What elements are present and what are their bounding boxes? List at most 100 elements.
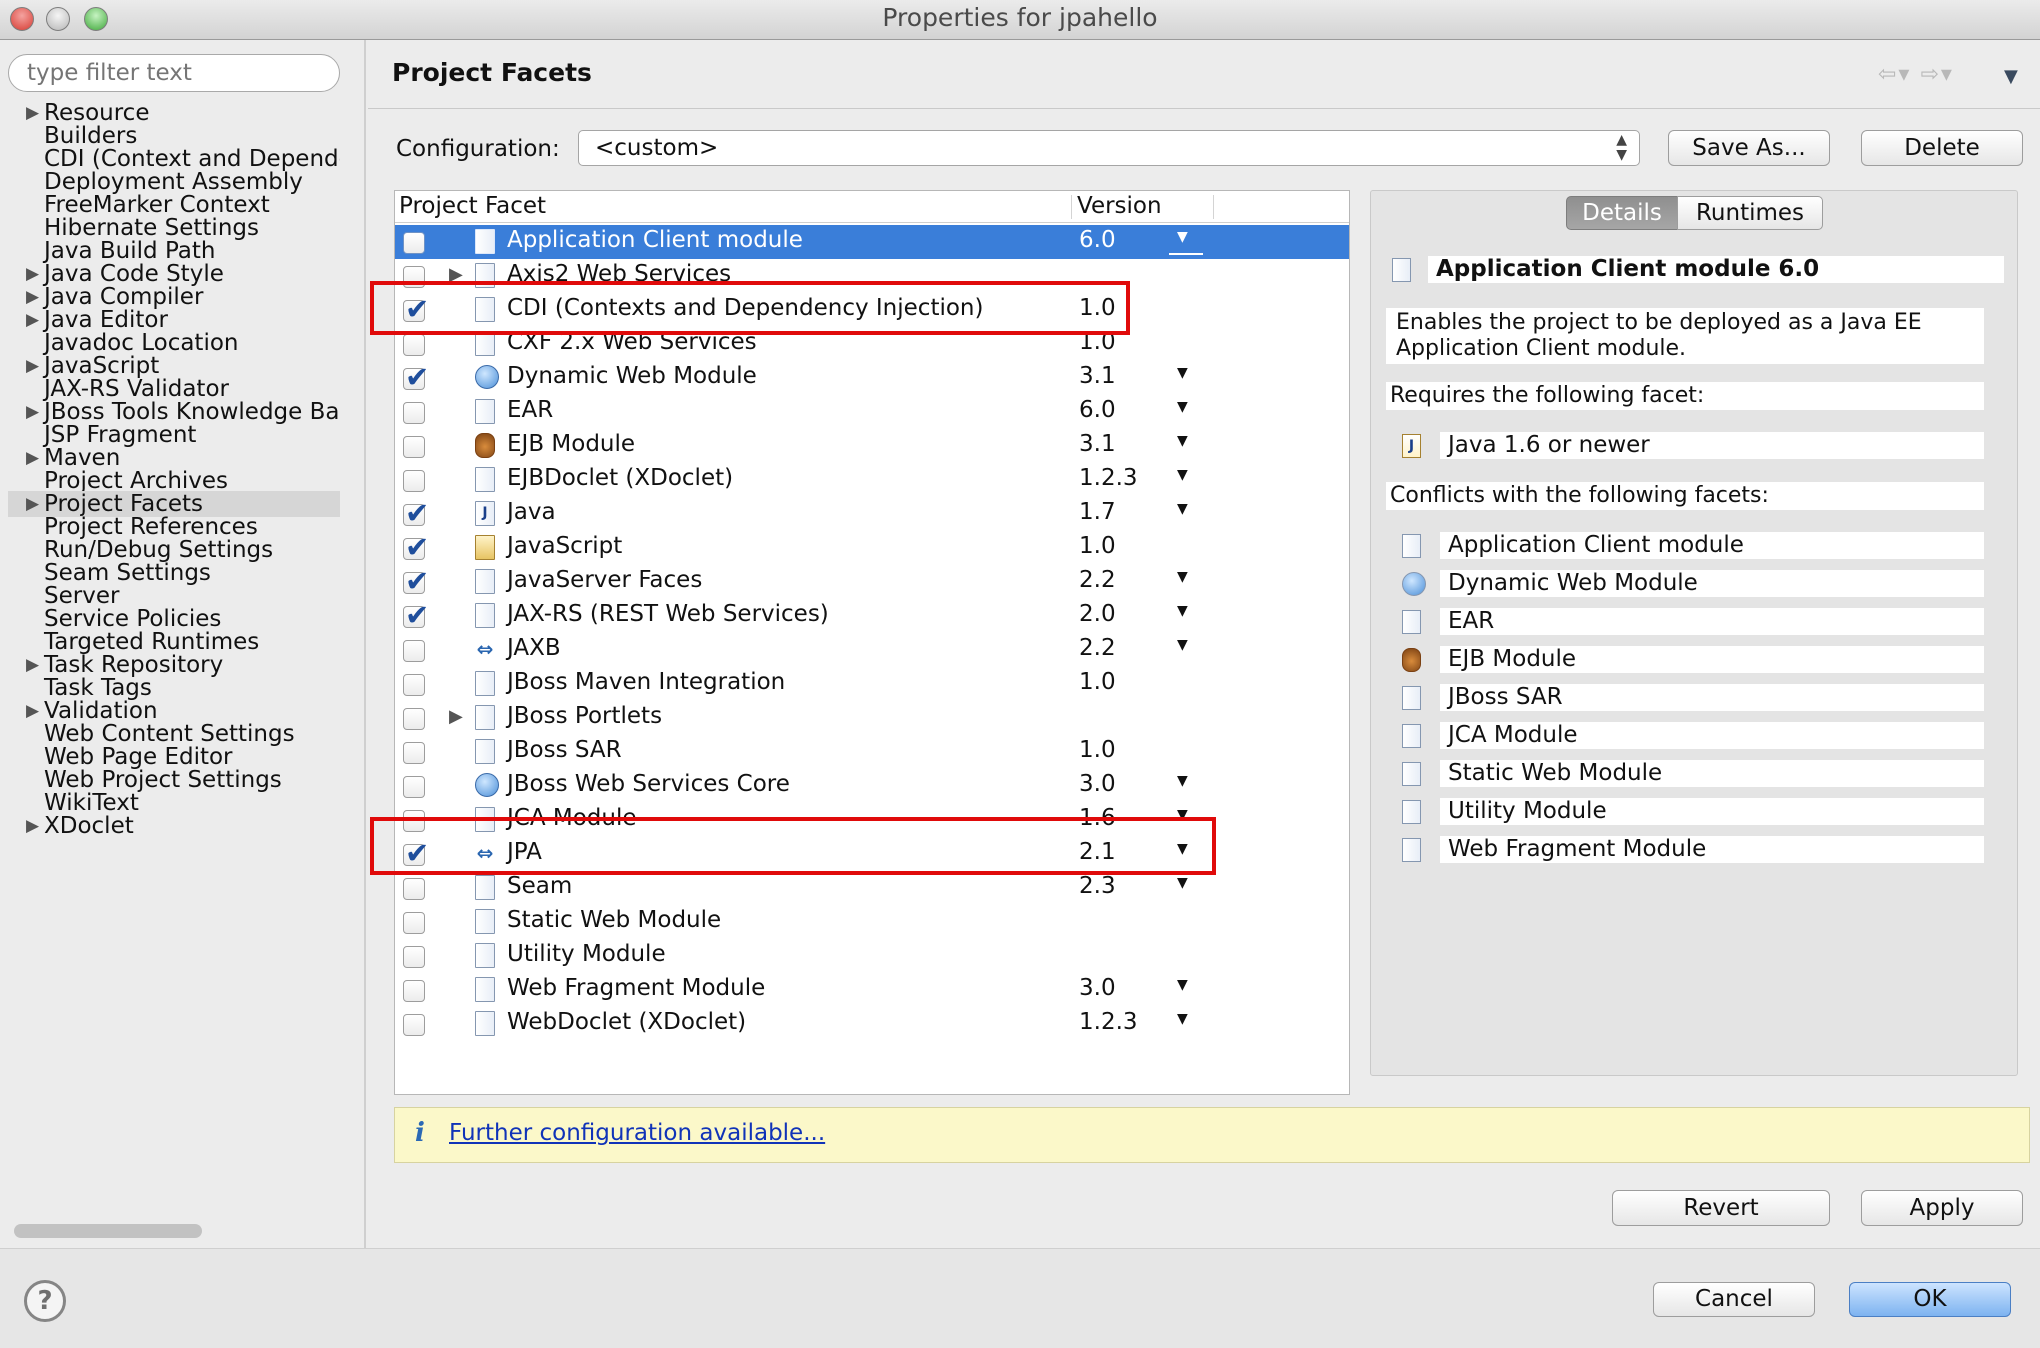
facet-checkbox[interactable]	[403, 232, 425, 254]
table-row[interactable]: Dynamic Web Module 3.1 ▼	[395, 360, 1349, 395]
history-nav-icons[interactable]: ⇦▾ ⇨▾	[1878, 62, 1954, 87]
version-dropdown-icon[interactable]: ▼	[1177, 569, 1188, 585]
facet-version: 2.0	[1079, 601, 1116, 627]
facet-checkbox[interactable]	[403, 360, 429, 394]
page-title: Project Facets	[392, 58, 592, 87]
ok-button[interactable]: OK	[1849, 1282, 2011, 1317]
facet-checkbox[interactable]	[403, 530, 429, 564]
save-as-button[interactable]: Save As...	[1668, 130, 1830, 166]
apply-button[interactable]: Apply	[1861, 1190, 2023, 1226]
configuration-label: Configuration:	[396, 136, 560, 162]
expand-arrow-icon[interactable]: ▶	[26, 813, 39, 839]
version-dropdown-icon[interactable]: ▼	[1177, 467, 1188, 483]
horizontal-scrollbar[interactable]	[14, 1224, 202, 1238]
facet-checkbox[interactable]	[403, 708, 425, 730]
facet-checkbox[interactable]	[403, 1014, 425, 1036]
table-row[interactable]: ⇔ JAXB 2.2 ▼	[395, 633, 1349, 667]
version-dropdown-icon[interactable]: ▼	[1177, 433, 1188, 449]
expand-arrow-icon[interactable]: ▶	[449, 706, 463, 727]
facet-checkbox[interactable]	[403, 564, 429, 598]
table-row[interactable]: EAR 6.0 ▼	[395, 395, 1349, 429]
facet-checkbox[interactable]	[403, 402, 425, 424]
facet-name: JBoss Portlets	[507, 703, 663, 729]
version-dropdown-icon[interactable]: ▼	[1169, 229, 1203, 255]
nav-item[interactable]: ▶ XDoclet	[8, 813, 340, 839]
column-separator[interactable]	[1071, 195, 1072, 219]
facet-version: 6.0	[1079, 227, 1116, 253]
further-configuration-link[interactable]: Further configuration available...	[449, 1120, 825, 1146]
view-menu-icon[interactable]: ▼	[2004, 66, 2018, 87]
facet-checkbox[interactable]	[403, 912, 425, 934]
facet-checkbox[interactable]	[403, 674, 425, 696]
facet-checkbox[interactable]	[403, 878, 425, 900]
back-arrow-icon[interactable]: ⇦▾	[1878, 62, 1911, 87]
facet-checkbox[interactable]	[403, 470, 425, 492]
facet-checkbox[interactable]	[403, 598, 429, 632]
column-separator[interactable]	[1213, 195, 1214, 219]
configuration-select[interactable]: <custom> ▲ ▼	[578, 130, 1640, 166]
table-row[interactable]: ▶ JBoss Portlets	[395, 701, 1349, 735]
column-header-version[interactable]: Version	[1077, 193, 1162, 219]
table-row[interactable]: Static Web Module	[395, 905, 1349, 939]
version-dropdown-icon[interactable]: ▼	[1177, 399, 1188, 415]
table-row[interactable]: Web Fragment Module 3.0 ▼	[395, 973, 1349, 1007]
forward-arrow-icon[interactable]: ⇨▾	[1920, 62, 1953, 87]
tab-details[interactable]: Details	[1566, 196, 1678, 230]
facet-checkbox[interactable]	[403, 776, 425, 798]
facet-name: Java	[507, 499, 556, 525]
header-divider	[368, 108, 2040, 109]
facet-name: JavaScript	[507, 533, 623, 559]
version-dropdown-icon[interactable]: ▼	[1177, 773, 1188, 789]
cancel-button[interactable]: Cancel	[1653, 1282, 1815, 1317]
detail-facet-item: Application Client module	[1440, 532, 1984, 559]
facet-checkbox[interactable]	[403, 334, 425, 356]
detail-facet-item: EAR	[1440, 608, 1984, 635]
facet-checkbox[interactable]	[403, 496, 429, 530]
sash-divider[interactable]	[364, 40, 366, 1248]
version-dropdown-icon[interactable]: ▼	[1177, 603, 1188, 619]
table-row[interactable]: EJB Module 3.1 ▼	[395, 429, 1349, 463]
table-row[interactable]: J Java 1.7 ▼	[395, 496, 1349, 531]
facet-name: JAX-RS (REST Web Services)	[507, 601, 829, 627]
table-row[interactable]: JavaScript 1.0	[395, 530, 1349, 565]
version-dropdown-icon[interactable]: ▼	[1177, 501, 1188, 517]
table-row[interactable]: JBoss Web Services Core 3.0 ▼	[395, 769, 1349, 803]
table-row[interactable]: WebDoclet (XDoclet) 1.2.3 ▼	[395, 1007, 1349, 1041]
version-dropdown-icon[interactable]: ▼	[1177, 1011, 1188, 1027]
page-icon	[475, 671, 495, 696]
filter-input[interactable]	[8, 54, 340, 92]
version-dropdown-icon[interactable]: ▼	[1177, 637, 1188, 653]
table-row[interactable]: Utility Module	[395, 939, 1349, 973]
revert-button[interactable]: Revert	[1612, 1190, 1830, 1226]
page-icon	[475, 467, 495, 492]
table-row[interactable]: Seam 2.3 ▼	[395, 871, 1349, 905]
facet-name: Dynamic Web Module	[507, 363, 757, 389]
table-row[interactable]: EJBDoclet (XDoclet) 1.2.3 ▼	[395, 463, 1349, 497]
help-icon[interactable]: ?	[24, 1280, 66, 1322]
facet-checkbox[interactable]	[403, 946, 425, 968]
detail-facet-item: Dynamic Web Module	[1440, 570, 1984, 597]
facet-checkbox[interactable]	[403, 742, 425, 764]
table-row[interactable]: JBoss Maven Integration 1.0	[395, 667, 1349, 701]
facet-name: Application Client module	[507, 227, 803, 253]
table-row[interactable]: JBoss SAR 1.0	[395, 735, 1349, 769]
facet-name: Seam	[507, 873, 573, 899]
version-dropdown-icon[interactable]: ▼	[1177, 875, 1188, 891]
column-header-facet[interactable]: Project Facet	[399, 193, 546, 219]
java-icon: J	[475, 501, 495, 526]
globe-icon	[475, 365, 499, 389]
facet-checkbox[interactable]	[403, 980, 425, 1002]
globe-icon	[1402, 572, 1426, 596]
page-icon	[475, 569, 495, 594]
facet-checkbox[interactable]	[403, 640, 425, 662]
version-dropdown-icon[interactable]: ▼	[1177, 977, 1188, 993]
page-icon	[475, 739, 495, 764]
table-row[interactable]: Application Client module 6.0 ▼	[395, 225, 1349, 259]
tab-runtimes[interactable]: Runtimes	[1677, 196, 1823, 230]
table-row[interactable]: JavaServer Faces 2.2 ▼	[395, 564, 1349, 599]
facet-name: Web Fragment Module	[507, 975, 766, 1001]
table-row[interactable]: JAX-RS (REST Web Services) 2.0 ▼	[395, 598, 1349, 633]
facet-checkbox[interactable]	[403, 436, 425, 458]
delete-button[interactable]: Delete	[1861, 130, 2023, 166]
version-dropdown-icon[interactable]: ▼	[1177, 365, 1188, 381]
